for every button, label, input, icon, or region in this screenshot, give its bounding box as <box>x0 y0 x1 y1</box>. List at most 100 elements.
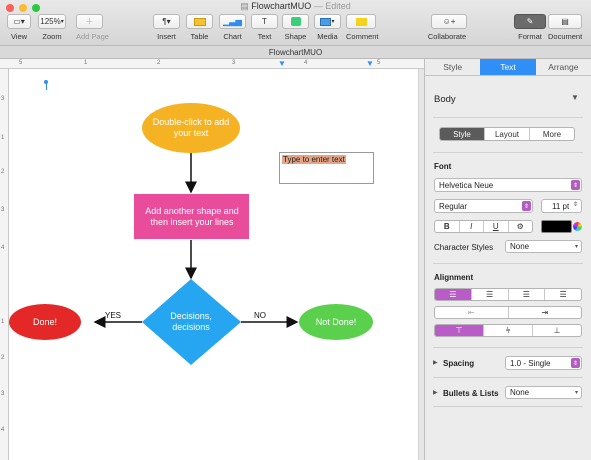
inspector-tabs: Style Text Arrange <box>425 59 591 76</box>
document-name: FlowchartMUO <box>251 1 312 11</box>
text-control[interactable]: T Text <box>251 14 278 41</box>
zoom-value: 125% <box>40 17 61 26</box>
spacing-label[interactable]: Spacing <box>443 359 474 368</box>
text-button[interactable]: T <box>251 14 278 29</box>
chevron-down-icon: ▾ <box>574 244 578 250</box>
italic-button[interactable]: I <box>460 221 484 232</box>
view-control[interactable]: ▭▾ View <box>7 14 31 41</box>
character-styles-select[interactable]: None ▾ <box>505 240 582 253</box>
font-weight-select[interactable]: Regular ⇕ <box>434 199 533 213</box>
edited-status: — Edited <box>313 1 351 11</box>
align-middle-icon[interactable]: ⫩ <box>484 325 533 336</box>
left-indent-marker-icon[interactable]: ▼ <box>278 59 286 68</box>
comment-control[interactable]: Comment <box>346 14 379 41</box>
start-shape-text[interactable]: Double-click to add your text <box>152 113 230 143</box>
media-label: Media <box>317 32 338 41</box>
right-indent-marker-icon[interactable]: ▼ <box>366 59 374 68</box>
bullets-lists-label[interactable]: Bullets & Lists <box>443 389 499 398</box>
format-control[interactable]: ✎ Format <box>514 14 546 41</box>
format-button[interactable]: ✎ <box>514 14 546 29</box>
document-tab[interactable]: FlowchartMUO <box>0 46 591 59</box>
ruler-tick: 2 <box>157 60 161 66</box>
text-box-icon: T <box>262 17 267 26</box>
comment-button[interactable] <box>346 14 376 29</box>
insert-button[interactable]: ¶▾ <box>153 14 180 29</box>
bullets-lists-select[interactable]: None ▾ <box>505 386 582 399</box>
subtab-layout[interactable]: Layout <box>485 128 530 140</box>
text-box-placeholder[interactable]: Type to enter text <box>282 155 346 164</box>
process-shape-text[interactable]: Add another shape and then insert your l… <box>137 198 247 235</box>
underline-button[interactable]: U <box>484 221 509 232</box>
chart-icon: ▁▃▅ <box>223 17 242 26</box>
shape-button[interactable] <box>282 14 309 29</box>
bullets-lists-value: None <box>510 388 530 397</box>
paragraph-style-name[interactable]: Body <box>434 94 456 105</box>
insert-control[interactable]: ¶▾ Insert <box>153 14 180 41</box>
bold-button[interactable]: B <box>435 221 460 232</box>
ruler-tick: 4 <box>304 60 308 66</box>
decision-shape-text[interactable]: Decisions, decisions <box>159 309 223 335</box>
align-right-icon[interactable]: ☰ <box>509 289 546 300</box>
document-label: Document <box>548 32 583 41</box>
tab-text[interactable]: Text <box>480 59 536 75</box>
stepper-icon: ⇕ <box>572 202 578 208</box>
alignment-section-label: Alignment <box>434 273 474 282</box>
not-done-shape-text[interactable]: Not Done! <box>301 315 371 329</box>
font-family-select[interactable]: Helvetica Neue ⇕ <box>434 178 582 192</box>
subtab-style[interactable]: Style <box>440 128 485 140</box>
no-label: NO <box>254 311 266 320</box>
align-justify-icon[interactable]: ☰ <box>545 289 581 300</box>
ruler-tick: 4 <box>1 427 5 433</box>
text-color-well[interactable] <box>541 220 572 233</box>
document-canvas[interactable]: Double-click to add your text Add anothe… <box>9 69 424 460</box>
paragraph-style-chevron-icon[interactable]: ▼ <box>571 93 579 102</box>
align-bottom-icon[interactable]: ⊥ <box>533 325 581 336</box>
chevron-down-icon: ▾ <box>60 19 64 25</box>
table-button[interactable] <box>186 14 213 29</box>
add-page-button[interactable]: ＋ <box>76 14 103 29</box>
zoom-control[interactable]: 125% ▾ Zoom <box>38 14 66 41</box>
increase-indent-icon[interactable]: ⇥ <box>509 307 582 318</box>
done-shape-text[interactable]: Done! <box>14 315 76 329</box>
decrease-indent-icon[interactable]: ⇤ <box>435 307 509 318</box>
align-left-icon[interactable]: ☰ <box>435 289 472 300</box>
character-styles-label: Character Styles <box>434 243 494 252</box>
chevron-updown-icon: ⇕ <box>571 180 580 190</box>
disclosure-triangle-icon[interactable]: ▶ <box>433 359 438 366</box>
shape-control[interactable]: Shape <box>282 14 309 41</box>
view-button[interactable]: ▭▾ <box>7 14 31 29</box>
zoom-select[interactable]: 125% ▾ <box>38 14 66 29</box>
vertical-alignment-buttons: ⊤ ⫩ ⊥ <box>434 324 582 337</box>
chart-control[interactable]: ▁▃▅ Chart <box>219 14 246 41</box>
text-box[interactable]: Type to enter text <box>279 152 374 184</box>
media-button[interactable]: ▾ <box>314 14 341 29</box>
disclosure-triangle-icon[interactable]: ▶ <box>433 389 438 396</box>
ruler-tick: 3 <box>232 60 236 66</box>
chart-button[interactable]: ▁▃▅ <box>219 14 246 29</box>
font-size-stepper[interactable]: 11 pt ⇕ <box>541 199 582 213</box>
ruler-tick: 2 <box>1 169 5 175</box>
ruler-tick: 5 <box>377 60 381 66</box>
tab-arrange[interactable]: Arrange <box>536 59 591 75</box>
vertical-ruler[interactable]: 3 1 2 3 4 1 2 3 4 <box>0 69 9 460</box>
sidebar-view-icon: ▭▾ <box>13 17 25 26</box>
spacing-value: 1.0 - Single <box>510 358 551 368</box>
add-page-control[interactable]: ＋ Add Page <box>76 14 109 41</box>
subtab-more[interactable]: More <box>530 128 574 140</box>
spacing-select[interactable]: 1.0 - Single ⇕ <box>505 356 582 370</box>
align-top-icon[interactable]: ⊤ <box>435 325 484 336</box>
color-wheel-icon[interactable] <box>573 222 582 231</box>
align-center-icon[interactable]: ☰ <box>472 289 509 300</box>
document-button[interactable]: ▤ <box>548 14 582 29</box>
document-control[interactable]: ▤ Document <box>548 14 582 41</box>
collaborate-button[interactable]: ☺+ <box>431 14 467 29</box>
add-page-label: Add Page <box>76 32 109 41</box>
tab-style[interactable]: Style <box>425 59 480 75</box>
font-section-label: Font <box>434 162 452 171</box>
chevron-updown-icon: ⇕ <box>571 358 580 368</box>
collaborate-control[interactable]: ☺+ Collaborate <box>427 14 467 41</box>
table-control[interactable]: Table <box>186 14 213 41</box>
media-control[interactable]: ▾ Media <box>314 14 341 41</box>
horizontal-ruler[interactable]: 5 1 2 3 4 5 ▼ ▼ <box>0 59 424 69</box>
text-options-gear-icon[interactable]: ⚙ <box>509 221 533 232</box>
